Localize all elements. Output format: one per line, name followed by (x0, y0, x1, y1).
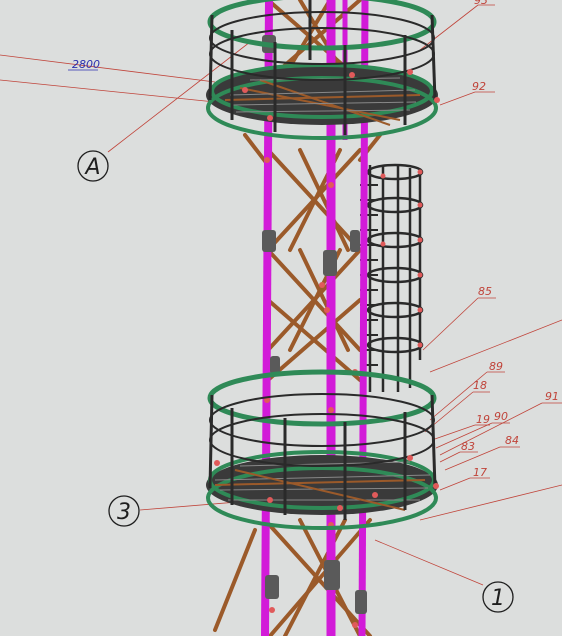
ref-bubble-1: 1 (482, 581, 514, 613)
ref-bubble-3: 3 (108, 495, 140, 527)
ref-bubble-a: A (77, 150, 109, 182)
callout-17: 17 (473, 466, 487, 479)
cad-viewport[interactable]: 2800 A 3 1 93 92 85 89 18 91 19 90 83 84… (0, 0, 562, 636)
svg-text:1: 1 (491, 586, 505, 611)
ladder-nodes (380, 169, 423, 348)
dimension-label: 2800 (72, 58, 100, 71)
upper-platform (206, 0, 440, 140)
dimension-lines (0, 54, 216, 103)
callout-93: 93 (474, 0, 488, 7)
leg-nodes (264, 157, 358, 628)
lower-lattice (213, 518, 372, 636)
tower-drawing[interactable]: 2800 A 3 1 93 92 85 89 18 91 19 90 83 84… (0, 0, 562, 636)
callout-83: 83 (461, 440, 475, 453)
callout-89: 89 (489, 360, 503, 373)
callout-90: 90 (494, 410, 508, 423)
callout-92: 92 (472, 80, 486, 93)
callout-85: 85 (478, 285, 492, 298)
callout-91: 91 (545, 390, 559, 403)
svg-text:A: A (83, 155, 100, 180)
callout-19: 19 (476, 413, 490, 426)
svg-text:3: 3 (117, 500, 131, 525)
callout-18: 18 (473, 379, 487, 392)
callout-84: 84 (505, 434, 519, 447)
lower-platform (206, 369, 439, 530)
